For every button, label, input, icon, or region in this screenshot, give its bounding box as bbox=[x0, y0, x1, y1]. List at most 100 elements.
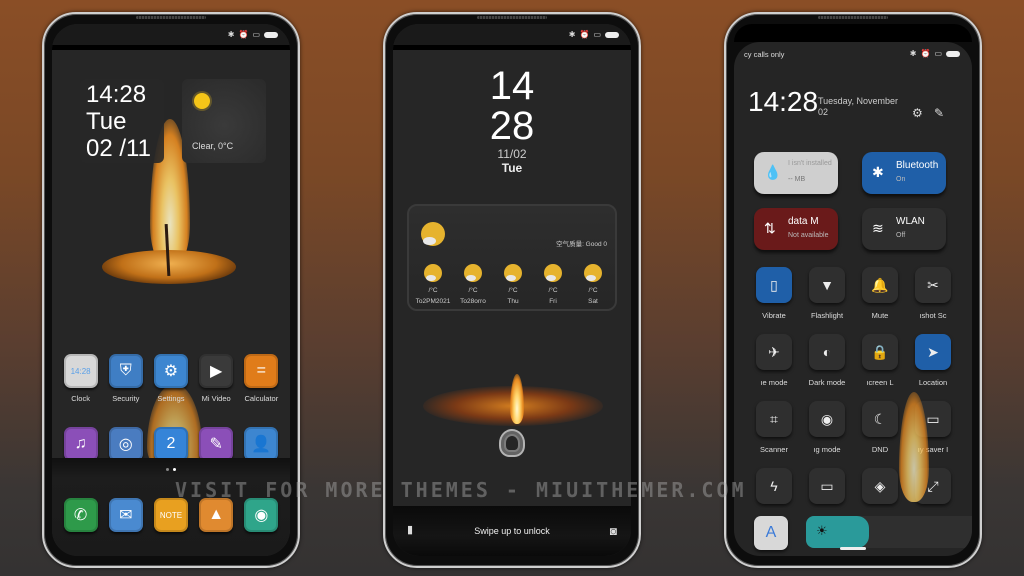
mountain-icon: ▲ bbox=[199, 498, 234, 532]
weather-widget[interactable]: Clear, 0°C bbox=[182, 79, 266, 163]
diya-flame bbox=[510, 374, 524, 424]
water-drop-icon: 💧 bbox=[764, 164, 782, 180]
unlock-hint: Swipe up to unlock bbox=[474, 526, 550, 536]
edit-icon[interactable]: ✎ bbox=[934, 106, 944, 120]
calculator-icon: = bbox=[244, 354, 279, 388]
toggle-vibrate[interactable]: ▯ bbox=[756, 267, 792, 303]
app-calculator[interactable]: = Calculator bbox=[239, 354, 283, 403]
toggle-scanner[interactable]: ⌗ bbox=[756, 401, 792, 437]
shield-icon: ⛨ bbox=[108, 354, 143, 388]
toggle-label: Mute bbox=[871, 311, 889, 320]
fingerprint-icon[interactable] bbox=[499, 429, 525, 457]
app-clock[interactable]: 14:28 Clock bbox=[59, 354, 103, 403]
sim-icon: ▭ bbox=[252, 29, 260, 39]
dock-apps: ✆ ✉ NOTE ▲ ◉ bbox=[52, 498, 290, 532]
tile-wifi[interactable]: ≋ WLAN Off bbox=[862, 208, 946, 250]
toggle-screenshot[interactable]: ✂ bbox=[915, 267, 951, 303]
app-notes[interactable]: NOTE bbox=[149, 498, 193, 532]
app-mi-video[interactable]: ▶ Mi Video bbox=[194, 354, 238, 403]
bluetooth-icon: ✱ bbox=[568, 29, 576, 39]
airplane-icon: ✈ bbox=[768, 343, 780, 360]
cc-time: 14:28 bbox=[748, 86, 819, 117]
toggle-lightning[interactable]: ϟ bbox=[756, 468, 792, 504]
status-bar: ✱ ⏰ ▭ bbox=[52, 24, 290, 50]
gear-icon: ⚙ bbox=[153, 354, 188, 388]
calendar-icon: 2 bbox=[153, 427, 188, 461]
weather-condition: Clear, 0°C bbox=[192, 141, 234, 151]
speaker-grille bbox=[136, 16, 206, 19]
app-phone[interactable]: ✆ bbox=[59, 498, 103, 532]
code-icon: ◈ bbox=[874, 477, 886, 494]
forecast-day: /°C To28orro bbox=[453, 264, 493, 305]
tile-status: On bbox=[896, 176, 906, 183]
dark-mode-icon: ◐ bbox=[822, 344, 832, 360]
home-indicator[interactable] bbox=[840, 547, 866, 550]
control-center: cy calls only ✱ ⏰ ▭ 14:28 Tuesday, Novem… bbox=[734, 42, 972, 556]
tile-bluetooth[interactable]: ✱ Bluetooth On bbox=[862, 152, 946, 194]
home-screen: ✱ ⏰ ▭ 14:28 Tue 02 /11 Clear, 0°C 14:28 C… bbox=[52, 24, 290, 556]
screenshot-icon: ✂ bbox=[927, 276, 939, 293]
toggle-label: ıg mode bbox=[813, 445, 841, 454]
lightning-icon: ϟ bbox=[770, 478, 778, 494]
lock-clock: 14 28 bbox=[393, 66, 631, 146]
toggle-moon[interactable]: ☾ bbox=[862, 401, 898, 437]
location-arrow-icon: ➤ bbox=[927, 343, 939, 360]
dock: ✆ ✉ NOTE ▲ ◉ bbox=[52, 458, 290, 556]
flashlight-icon: ▼ bbox=[820, 277, 834, 293]
lock-icon: 🔒 bbox=[871, 343, 889, 360]
auto-brightness-button[interactable]: A bbox=[754, 516, 788, 550]
toggle-dark-mode[interactable]: ◐ bbox=[809, 334, 845, 370]
alarm-icon: ⏰ bbox=[920, 49, 931, 58]
forecast-temp: /°C bbox=[548, 287, 558, 294]
app-gallery[interactable]: ▲ bbox=[194, 498, 238, 532]
toggle-location-arrow[interactable]: ➤ bbox=[915, 334, 951, 370]
tile-title: WLAN bbox=[896, 216, 925, 227]
battery-saver-icon: ▭ bbox=[926, 410, 940, 427]
toggle-bell[interactable]: 🔔 bbox=[862, 267, 898, 303]
forecast-day: /°C Thu bbox=[493, 264, 533, 305]
auto-brightness-label: A bbox=[765, 524, 777, 541]
cloudy-sun-icon bbox=[464, 264, 482, 282]
app-settings[interactable]: ⚙ Settings bbox=[149, 354, 193, 403]
app-security[interactable]: ⛨ Security bbox=[104, 354, 148, 403]
bluetooth-icon: ✱ bbox=[227, 29, 235, 39]
toggle-code[interactable]: ◈ bbox=[862, 468, 898, 504]
tile-mobile-data[interactable]: ⇅ data M Not available bbox=[754, 208, 838, 250]
phone-icon: ✆ bbox=[63, 498, 98, 532]
toggle-airplane[interactable]: ✈ bbox=[756, 334, 792, 370]
page-indicator[interactable] bbox=[166, 468, 176, 471]
forecast-day: /°C To2PM2021 bbox=[413, 264, 453, 305]
toggle-label: ıshot Sc bbox=[919, 311, 947, 320]
vibrate-icon: ▯ bbox=[770, 276, 778, 293]
app-camera[interactable]: ◉ bbox=[239, 498, 283, 532]
toggle-flashlight[interactable]: ▼ bbox=[809, 267, 845, 303]
scanner-icon: ⌗ bbox=[770, 410, 778, 427]
air-quality: 空气质量: Good 0 bbox=[556, 241, 607, 248]
toggle-screen-cast[interactable]: ▭ bbox=[809, 468, 845, 504]
app-label: Clock bbox=[71, 394, 90, 403]
app-messages[interactable]: ✉ bbox=[104, 498, 148, 532]
lock-date: 11/02 bbox=[497, 147, 527, 161]
music-note-icon: ♫ bbox=[63, 427, 98, 461]
cc-date-line1: Tuesday, November bbox=[818, 96, 899, 106]
toggle-lock[interactable]: 🔒 bbox=[862, 334, 898, 370]
envelope-icon: ✉ bbox=[108, 498, 143, 532]
battery-icon bbox=[605, 31, 619, 38]
widget-day: Tue bbox=[86, 108, 127, 135]
tile-water-drop[interactable]: 💧 I isn't installed -- MB bbox=[754, 152, 838, 194]
toggle-eye[interactable]: ◉ bbox=[809, 401, 845, 437]
watermark: VISIT FOR MORE THEMES - MIUITHEMER.COM bbox=[175, 478, 747, 502]
clock-widget[interactable]: 14:28 Tue 02 /11 bbox=[80, 79, 164, 163]
moon-icon: ☾ bbox=[873, 410, 887, 427]
brightness-slider[interactable]: ☀ bbox=[806, 516, 972, 548]
tile-title: Bluetooth bbox=[896, 160, 939, 171]
eye-icon: ◉ bbox=[820, 410, 834, 427]
forecast-label: To2PM2021 bbox=[415, 298, 451, 305]
lock-minute: 28 bbox=[489, 104, 535, 148]
settings-gear-icon[interactable]: ⚙ bbox=[912, 106, 923, 120]
status-bar: cy calls only ✱ ⏰ ▭ bbox=[744, 46, 960, 62]
app-label: Security bbox=[112, 394, 140, 403]
forecast-label: Thu bbox=[507, 298, 519, 305]
sun-icon: ☀ bbox=[816, 523, 828, 538]
weather-forecast-widget[interactable]: 空气质量: Good 0 /°C To2PM2021 /°C To28orro /°C T… bbox=[407, 204, 617, 311]
